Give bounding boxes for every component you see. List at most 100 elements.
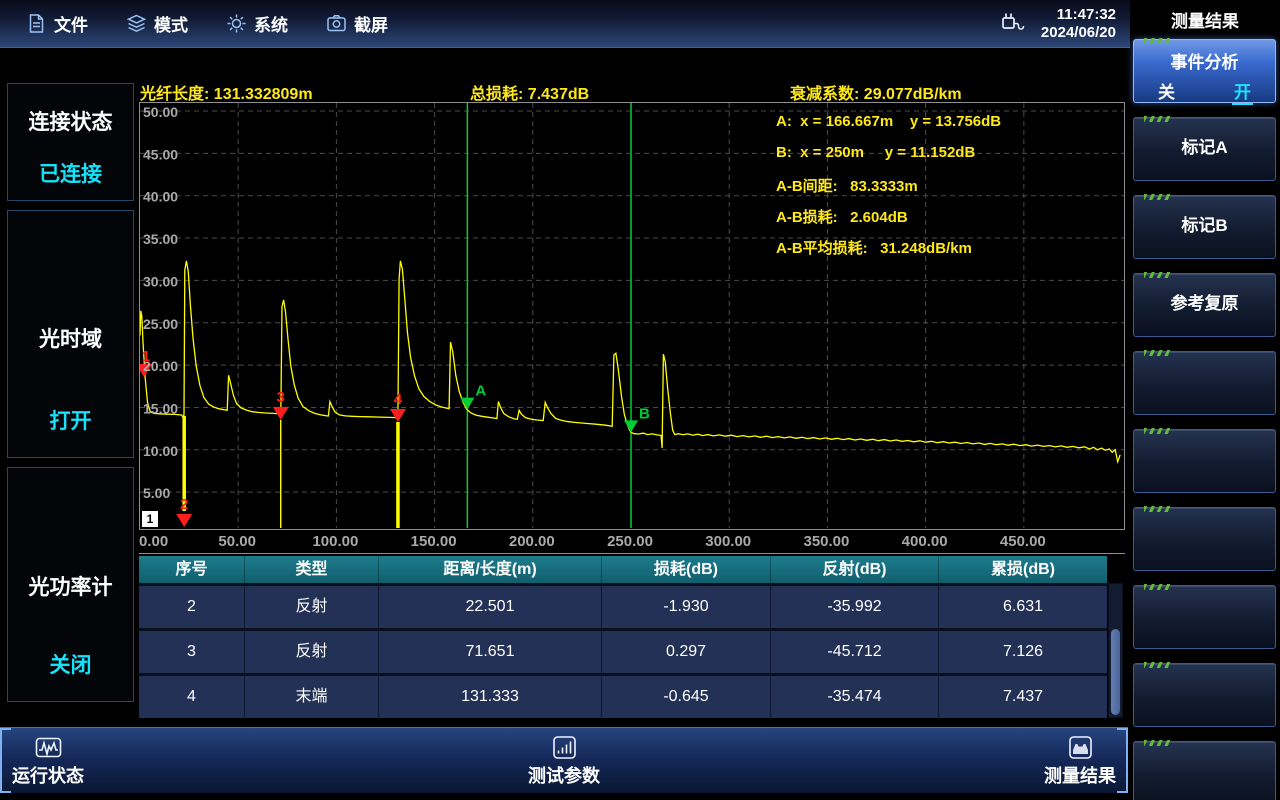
table-header-cell: 距离/长度(m)	[378, 556, 601, 583]
table-cell: 4	[139, 676, 244, 718]
softkey-empty-7[interactable]	[1133, 507, 1276, 571]
table-cell: 71.651	[378, 631, 601, 673]
panel-status: 打开	[8, 405, 133, 435]
menu-label: 文件	[54, 11, 88, 36]
svg-text:B: B	[639, 405, 650, 422]
svg-text:20.00: 20.00	[143, 358, 178, 374]
panel-title: 光功率计	[8, 571, 133, 601]
events-table: 序号类型距离/长度(m)损耗(dB)反射(dB)累损(dB) 2反射22.501…	[139, 556, 1107, 718]
corner-slashes-decoration	[1144, 272, 1170, 278]
svg-text:10.00: 10.00	[143, 443, 178, 459]
softkey-label: 事件分析	[1134, 48, 1275, 73]
table-row-event-2[interactable]: 2反射22.501-1.930-35.9926.631	[139, 583, 1107, 628]
svg-text:45.00: 45.00	[143, 146, 178, 162]
state-on[interactable]: 开	[1232, 78, 1253, 105]
table-scrollbar[interactable]	[1108, 583, 1123, 718]
svg-text:15.00: 15.00	[143, 400, 178, 416]
annotation-line-2: B: x = 250m y = 11.152dB	[776, 144, 1001, 175]
corner-slashes-decoration	[1144, 38, 1170, 44]
left-panel-2[interactable]: 光时域打开	[7, 210, 134, 458]
corner-slashes-decoration	[1144, 428, 1170, 434]
table-cell: 反射	[244, 631, 378, 673]
softkey-label: 参考复原	[1134, 274, 1275, 334]
time: 11:47:32	[1041, 6, 1116, 24]
svg-text:4: 4	[394, 391, 403, 408]
menu-item-3[interactable]: 系统	[226, 11, 288, 36]
softkey-标记A[interactable]: 标记A	[1133, 117, 1276, 181]
softkey-标记B[interactable]: 标记B	[1133, 195, 1276, 259]
nav-test-params[interactable]: 测试参数	[528, 734, 600, 788]
softkey-empty-9[interactable]	[1133, 663, 1276, 727]
softkey-参考复原[interactable]: 参考复原	[1133, 273, 1276, 337]
menu-bar: 文件 模式 系统 截屏	[26, 11, 388, 36]
left-panel-1[interactable]: 连接状态已连接	[7, 83, 134, 201]
table-row-event-4[interactable]: 4末端131.333-0.645-35.4747.437	[139, 673, 1107, 718]
annotation-line-3: A-B间距: 83.3333m	[776, 175, 1001, 206]
otdr-trace	[140, 261, 1120, 462]
panel-status: 关闭	[8, 649, 133, 679]
nav-test-params-label: 测试参数	[528, 762, 600, 788]
softkey-事件分析[interactable]: 事件分析关开	[1133, 39, 1276, 103]
left-panel-3[interactable]: 光功率计关闭	[7, 467, 134, 702]
menu-label: 截屏	[354, 11, 388, 36]
x-tick-label: 400.00	[902, 533, 948, 550]
svg-text:5.00: 5.00	[143, 485, 170, 501]
x-tick-label: 50.00	[218, 533, 256, 550]
corner-slashes-decoration	[1144, 506, 1170, 512]
test-params-icon	[551, 734, 578, 761]
menu-item-1[interactable]: 文件	[26, 11, 88, 36]
corner-slashes-decoration	[1144, 740, 1170, 746]
table-row-event-3[interactable]: 3反射71.6510.297-45.7127.126	[139, 628, 1107, 673]
otdr-screen: 文件模式系统截屏 11:47:32 2024/06/20 连接状态已连接光时域打…	[0, 0, 1280, 800]
corner-slashes-decoration	[1144, 350, 1170, 356]
x-axis-labels: 0.0050.00100.00150.00200.00250.00300.003…	[139, 530, 1125, 554]
panel-status: 已连接	[8, 158, 133, 188]
screenshot-icon	[326, 13, 347, 34]
events-table-header: 序号类型距离/长度(m)损耗(dB)反射(dB)累损(dB)	[139, 556, 1107, 583]
annotation-line-4: A-B损耗: 2.604dB	[776, 206, 1001, 237]
table-cell: 7.437	[938, 676, 1107, 718]
menu-item-2[interactable]: 模式	[126, 11, 188, 36]
x-tick-label: 100.00	[312, 533, 358, 550]
state-off[interactable]: 关	[1158, 78, 1175, 105]
softkey-label: 标记A	[1134, 118, 1275, 178]
table-header-cell: 反射(dB)	[770, 556, 938, 583]
fiber-length-stat: 光纤长度: 131.332809m	[140, 80, 313, 104]
nav-measure-results[interactable]: 测量结果	[1044, 734, 1116, 788]
table-cell: -45.712	[770, 631, 938, 673]
softkey-empty-8[interactable]	[1133, 585, 1276, 649]
table-cell: 6.631	[938, 586, 1107, 628]
events-table-body: 2反射22.501-1.930-35.9926.6313反射71.6510.29…	[139, 583, 1107, 718]
table-cell: 末端	[244, 676, 378, 718]
x-tick-label: 450.00	[1000, 533, 1046, 550]
softkey-states: 关开	[1134, 73, 1275, 105]
menu-item-4[interactable]: 截屏	[326, 11, 388, 36]
menu-label: 模式	[154, 11, 188, 36]
table-cell: -35.474	[770, 676, 938, 718]
svg-text:50.00: 50.00	[143, 104, 178, 120]
table-cell: -0.645	[601, 676, 770, 718]
table-scrollbar-thumb[interactable]	[1111, 629, 1120, 715]
table-header-cell: 累损(dB)	[938, 556, 1107, 583]
annotation-line-5: A-B平均损耗: 31.248dB/km	[776, 237, 1001, 268]
otdr-trace-plot[interactable]: 1234AB50.0045.0040.0035.0030.0025.0020.0…	[139, 102, 1125, 530]
table-cell: 131.333	[378, 676, 601, 718]
mode-icon	[126, 13, 147, 34]
table-cell: 0.297	[601, 631, 770, 673]
table-header-cell: 损耗(dB)	[601, 556, 770, 583]
softkey-empty-5[interactable]	[1133, 351, 1276, 415]
right-sidebar-title: 测量结果	[1130, 0, 1280, 32]
softkey-empty-6[interactable]	[1133, 429, 1276, 493]
table-cell: 2	[139, 586, 244, 628]
nav-run-status[interactable]: 运行状态	[12, 734, 84, 788]
softkey-empty-10[interactable]	[1133, 741, 1276, 800]
corner-slashes-decoration	[1144, 194, 1170, 200]
table-cell: -35.992	[770, 586, 938, 628]
file-icon	[26, 13, 47, 34]
table-header-cell: 类型	[244, 556, 378, 583]
waveform-icon	[35, 734, 62, 761]
svg-text:A: A	[475, 383, 486, 400]
right-sidebar: 测量结果 事件分析关开标记A标记B参考复原	[1130, 0, 1280, 800]
softkey-label: 标记B	[1134, 196, 1275, 256]
chart-header: 光纤长度: 131.332809m 总损耗: 7.437dB 衰减系数: 29.…	[140, 80, 1124, 100]
